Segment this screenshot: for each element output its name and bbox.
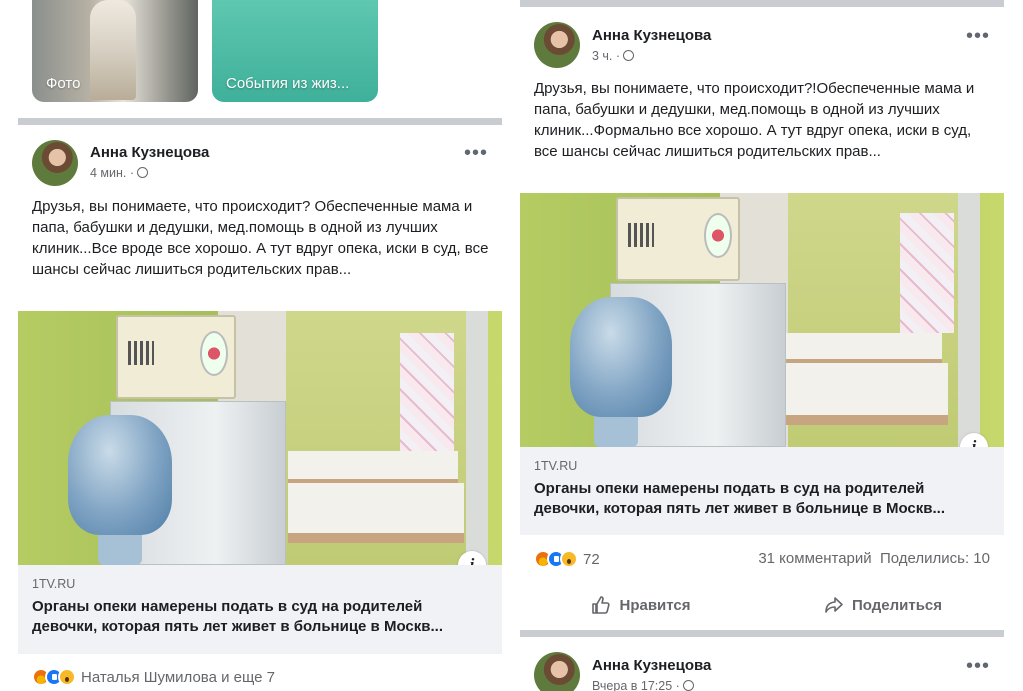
link-title: Органы опеки намерены подать в суд на ро…	[32, 598, 443, 635]
feed-separator	[18, 118, 502, 125]
post-header: Анна Кузнецова 3 ч. · •••	[520, 20, 1004, 80]
reactions-summary[interactable]: 72	[534, 549, 600, 569]
post-timestamp[interactable]: 4 мин. ·	[90, 166, 149, 180]
life-events-tile[interactable]: События из жиз...	[212, 0, 378, 102]
reactions-count: 72	[583, 550, 600, 568]
shares-count[interactable]: Поделились: 10	[880, 550, 990, 567]
like-button[interactable]: Нравится	[520, 584, 762, 626]
link-domain: 1TV.RU	[534, 459, 578, 473]
photos-tile-label: Фото	[46, 75, 81, 92]
post-time-text: 3 ч. ·	[592, 49, 621, 63]
post-timestamp[interactable]: 3 ч. ·	[592, 49, 635, 63]
photos-tile[interactable]: Фото	[32, 0, 198, 102]
globe-icon	[137, 167, 149, 178]
post-author[interactable]: Анна Кузнецова	[90, 144, 209, 161]
reactions-summary[interactable]: Наталья Шумилова и еще 7	[32, 667, 275, 687]
life-events-tile-label: События из жиз...	[226, 75, 350, 92]
wow-reaction-icon	[560, 550, 578, 568]
link-preview[interactable]: 1TV.RU Органы опеки намерены подать в су…	[18, 565, 502, 654]
avatar[interactable]	[534, 22, 580, 68]
thumbs-up-icon	[592, 596, 611, 614]
post-text: Друзья, вы понимаете, что происходит?!Об…	[534, 80, 975, 160]
post-time-text: Вчера в 17:25 ·	[592, 679, 680, 691]
link-domain: 1TV.RU	[32, 577, 76, 591]
post-author[interactable]: Анна Кузнецова	[592, 657, 711, 674]
post-header: Анна Кузнецова Вчера в 17:25 · •••	[520, 650, 1004, 691]
reactions-text: Наталья Шумилова и еще 7	[81, 668, 276, 686]
avatar[interactable]	[534, 652, 580, 691]
link-preview-image[interactable]: i	[18, 311, 502, 565]
link-preview[interactable]: 1TV.RU Органы опеки намерены подать в су…	[520, 447, 1004, 535]
link-preview-image[interactable]: i	[520, 193, 1004, 447]
feed-separator	[520, 0, 1004, 7]
post-time-text: 4 мин. ·	[90, 166, 135, 180]
avatar[interactable]	[32, 140, 78, 186]
more-options-icon[interactable]: •••	[464, 143, 488, 163]
profile-photo-preview	[90, 0, 136, 100]
right-column: Анна Кузнецова 3 ч. · ••• Друзья, вы пон…	[520, 0, 1004, 691]
post-author[interactable]: Анна Кузнецова	[592, 27, 711, 44]
more-options-icon[interactable]: •••	[966, 26, 990, 46]
feed-separator	[520, 630, 1004, 637]
share-arrow-icon	[825, 597, 843, 613]
share-button-label: Поделиться	[851, 596, 943, 614]
post-timestamp[interactable]: Вчера в 17:25 ·	[592, 679, 694, 691]
like-button-label: Нравится	[619, 596, 691, 614]
post-header: Анна Кузнецова 4 мин. · •••	[18, 138, 502, 198]
comments-count[interactable]: 31 комментарий	[758, 550, 871, 567]
post-actions: Нравится Поделиться	[520, 584, 1004, 626]
post-stats: 31 комментарий Поделились: 10	[758, 550, 990, 567]
more-options-icon[interactable]: •••	[966, 656, 990, 676]
link-title: Органы опеки намерены подать в суд на ро…	[534, 480, 945, 517]
post-text: Друзья, вы понимаете, что происходит? Об…	[32, 198, 489, 278]
wow-reaction-icon	[58, 668, 76, 686]
share-button[interactable]: Поделиться	[762, 584, 1004, 626]
left-column: Фото События из жиз... Анна Кузнецова 4 …	[18, 0, 502, 691]
globe-icon	[623, 50, 635, 61]
globe-icon	[682, 680, 694, 691]
